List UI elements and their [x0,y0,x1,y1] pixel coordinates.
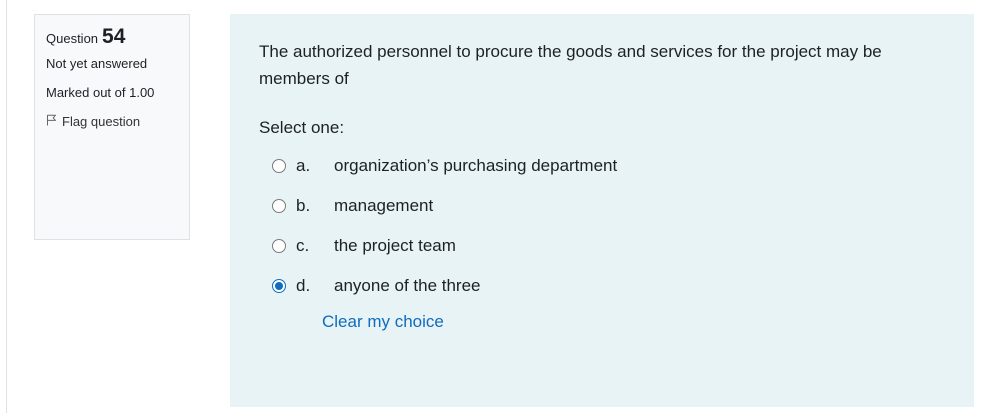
option-text: organization’s purchasing department [334,156,618,175]
question-number-row: Question 54 [46,25,179,48]
question-content: The authorized personnel to procure the … [230,14,974,407]
question-text: The authorized personnel to procure the … [259,42,882,88]
flag-icon [46,112,62,131]
left-divider [6,0,7,413]
option-letter: b. [296,196,311,215]
radio-button-b[interactable] [272,199,286,213]
option-d[interactable]: d. anyone of the three [272,266,946,306]
select-prompt: Select one: [259,118,345,137]
quiz-page: Question 54 Not yet answered Marked out … [0,0,987,413]
flag-question-label: Flag question [62,114,141,129]
option-text: anyone of the three [334,276,481,295]
option-text: management [334,196,434,215]
question-label: Question [46,31,99,46]
clear-choice-link[interactable]: Clear my choice [322,312,444,332]
radio-button-d[interactable] [272,279,286,293]
question-number: 54 [102,25,126,48]
flag-question-link[interactable]: Flag question [46,112,179,131]
option-letter: c. [296,236,310,255]
option-letter: d. [296,276,311,295]
question-grade: Marked out of 1.00 [46,85,155,100]
option-b[interactable]: b. management [272,186,946,226]
option-c[interactable]: c. the project team [272,226,946,266]
option-letter: a. [296,156,311,175]
option-a[interactable]: a. organization’s purchasing department [272,146,946,186]
answer-options: a. organization’s purchasing department … [259,146,946,306]
radio-button-a[interactable] [272,159,286,173]
question-state: Not yet answered [46,56,148,71]
radio-button-c[interactable] [272,239,286,253]
question-info-panel: Question 54 Not yet answered Marked out … [34,14,190,240]
option-text: the project team [334,236,456,255]
